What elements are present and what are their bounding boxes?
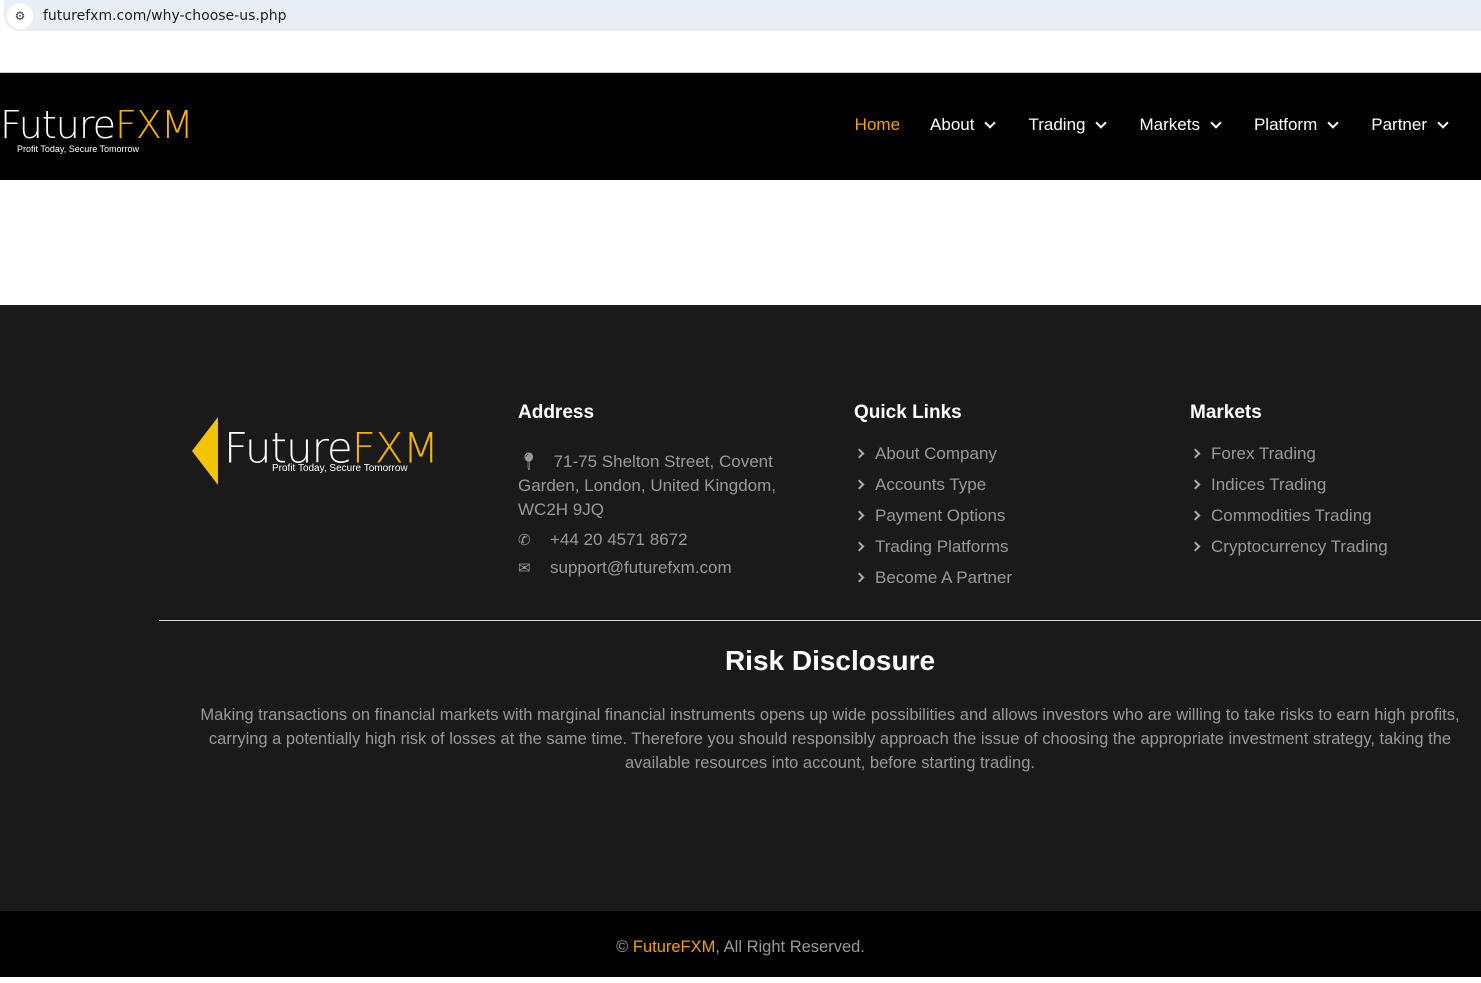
chevron-down-icon [1095, 117, 1108, 129]
link-label: Indices Trading [1211, 474, 1327, 494]
risk-disclosure: Risk Disclosure Making transactions on f… [180, 645, 1480, 775]
market-link[interactable]: Cryptocurrency Trading [1190, 531, 1388, 562]
risk-title: Risk Disclosure [724, 645, 936, 676]
footer-divider [159, 620, 1481, 621]
quick-link[interactable]: Become A Partner [854, 562, 1012, 593]
chevron-right-icon [854, 510, 865, 521]
address-text: 71-75 Shelton Street, Covent Garden, Lon… [518, 452, 777, 519]
site-footer: FutureFXM Profit Today, Secure Tomorrow … [0, 305, 1481, 911]
link-label: Accounts Type [875, 474, 987, 494]
nav-home[interactable]: Home [855, 115, 900, 135]
logo-text-yellow: FXM [115, 103, 194, 147]
nav-about[interactable]: About [930, 115, 998, 135]
copyright-symbol: © [616, 938, 629, 956]
chevron-down-icon [984, 117, 997, 129]
chevron-right-icon [1190, 479, 1201, 490]
logo-text-white: Future [0, 103, 116, 147]
nav-markets[interactable]: Markets [1139, 115, 1223, 135]
nav-platform[interactable]: Platform [1254, 115, 1341, 135]
site-settings-icon[interactable]: ⚙ [7, 2, 33, 29]
nav-label: Platform [1253, 115, 1318, 134]
market-link[interactable]: Commodities Trading [1190, 500, 1388, 531]
main-nav: Home About Trading Markets Platform Part… [855, 115, 1451, 135]
markets-column: Markets Forex Trading Indices Trading Co… [1190, 402, 1388, 562]
chevron-right-icon [1190, 448, 1201, 459]
column-title: Quick Links [854, 402, 962, 423]
logo-mark-icon [192, 417, 218, 485]
nav-label: Markets [1139, 115, 1200, 134]
phone-icon: ✆ [518, 532, 531, 549]
chevron-right-icon [854, 572, 865, 583]
copyright-bar: © FutureFXM, All Right Reserved. [0, 911, 1481, 977]
column-title: Address [518, 402, 595, 423]
chevron-right-icon [1190, 541, 1201, 552]
nav-partner[interactable]: Partner [1371, 115, 1451, 135]
quick-links-column: Quick Links About Company Accounts Type … [854, 402, 1012, 593]
nav-label: Trading [1028, 115, 1086, 134]
market-link[interactable]: Forex Trading [1190, 438, 1388, 469]
chevron-down-icon [1210, 117, 1222, 129]
chevron-right-icon [854, 479, 865, 490]
map-marker-icon: 📍︎ [518, 452, 540, 471]
nav-label: About [930, 115, 975, 134]
quick-link[interactable]: Payment Options [854, 500, 1012, 531]
chevron-right-icon [854, 541, 865, 552]
quick-link[interactable]: Trading Platforms [854, 531, 1012, 562]
market-link[interactable]: Indices Trading [1190, 469, 1388, 500]
address-bar[interactable]: ⚙ futurefxm.com/why-choose-us.php [4, 0, 1481, 31]
column-title: Markets [1190, 402, 1262, 423]
envelope-icon: ✉ [518, 560, 531, 577]
copyright-text: , All Right Reserved. [715, 938, 865, 956]
link-label: Payment Options [875, 505, 1006, 525]
nav-trading[interactable]: Trading [1028, 115, 1109, 135]
chevron-right-icon [1190, 510, 1201, 521]
link-label: Cryptocurrency Trading [1211, 536, 1388, 556]
nav-label: Partner [1371, 115, 1427, 134]
email-link[interactable]: support@futurefxm.com [550, 558, 732, 578]
address-column: Address 📍︎ 71-75 Shelton Street, Covent G… [518, 402, 778, 578]
quick-link[interactable]: Accounts Type [854, 469, 1012, 500]
footer-logo[interactable]: FutureFXM Profit Today, Secure Tomorrow [192, 417, 439, 485]
link-label: Trading Platforms [875, 536, 1009, 556]
risk-text: Making transactions on financial markets… [200, 706, 1460, 772]
url-text[interactable]: futurefxm.com/why-choose-us.php [43, 8, 286, 24]
header-logo[interactable]: FutureFXM Profit Today, Secure Tomorrow [0, 103, 194, 154]
link-label: Commodities Trading [1211, 505, 1372, 525]
chevron-down-icon [1437, 117, 1449, 129]
quick-link[interactable]: About Company [854, 438, 1012, 469]
phone-text[interactable]: +44 20 4571 8672 [550, 530, 688, 550]
chevron-down-icon [1327, 117, 1339, 129]
copyright-brand-link[interactable]: FutureFXM [633, 938, 716, 956]
link-label: Become A Partner [875, 567, 1013, 587]
link-label: About Company [875, 443, 997, 463]
link-label: Forex Trading [1211, 443, 1316, 463]
chevron-right-icon [854, 448, 865, 459]
site-header: FutureFXM Profit Today, Secure Tomorrow … [0, 72, 1481, 180]
